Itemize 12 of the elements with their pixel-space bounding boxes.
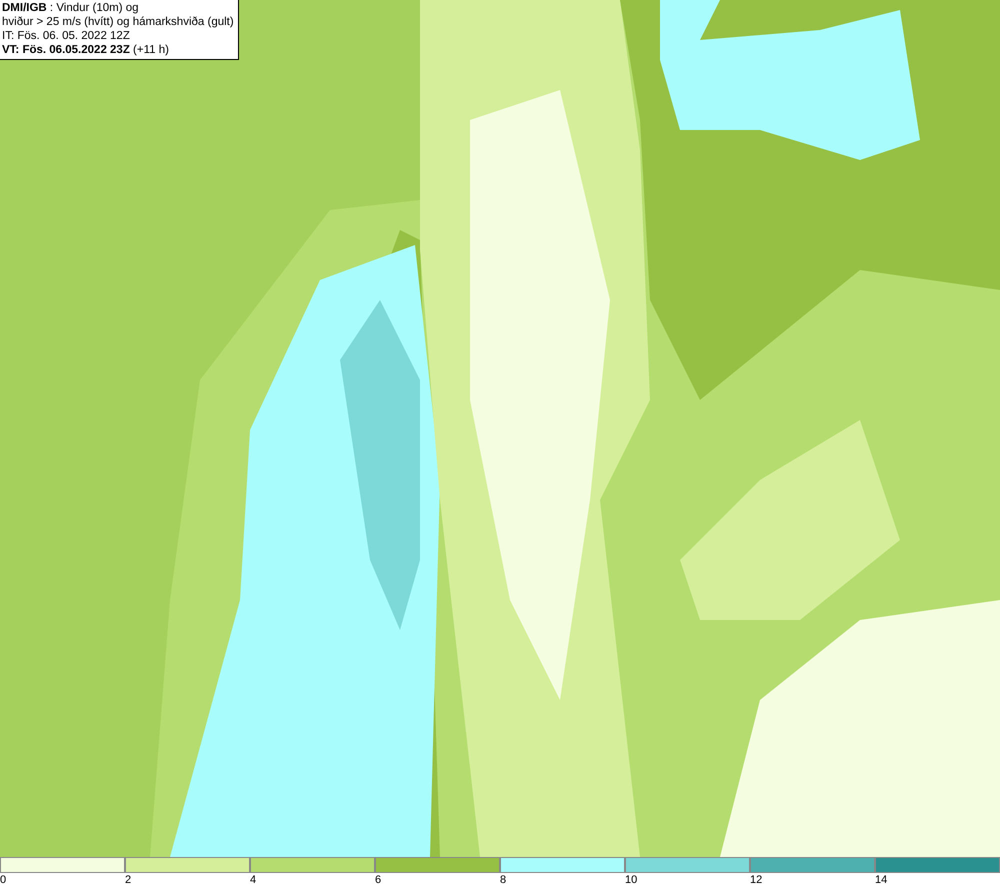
info-text: DMI/IGB : Vindur (10m) og bbox=[2, 1, 140, 15]
legend-label: 0 bbox=[0, 873, 6, 887]
info-text: IT: Fös. 06. 05. 2022 12Z bbox=[2, 29, 131, 43]
legend-label: 4 bbox=[250, 873, 256, 887]
legend-label: 2 bbox=[125, 873, 132, 887]
info-text: VT: Fös. 06.05.2022 23Z (+11 h) bbox=[2, 43, 170, 57]
legend-label: 14 bbox=[875, 873, 888, 887]
legend-label: 6 bbox=[375, 873, 382, 887]
legend-label: 12 bbox=[750, 873, 762, 887]
info-text: hviður > 25 m/s (hvítt) og hámarkshviða (gult) bbox=[2, 15, 234, 29]
legend-label: 10 bbox=[625, 873, 638, 887]
legend-label: 8 bbox=[500, 873, 506, 887]
